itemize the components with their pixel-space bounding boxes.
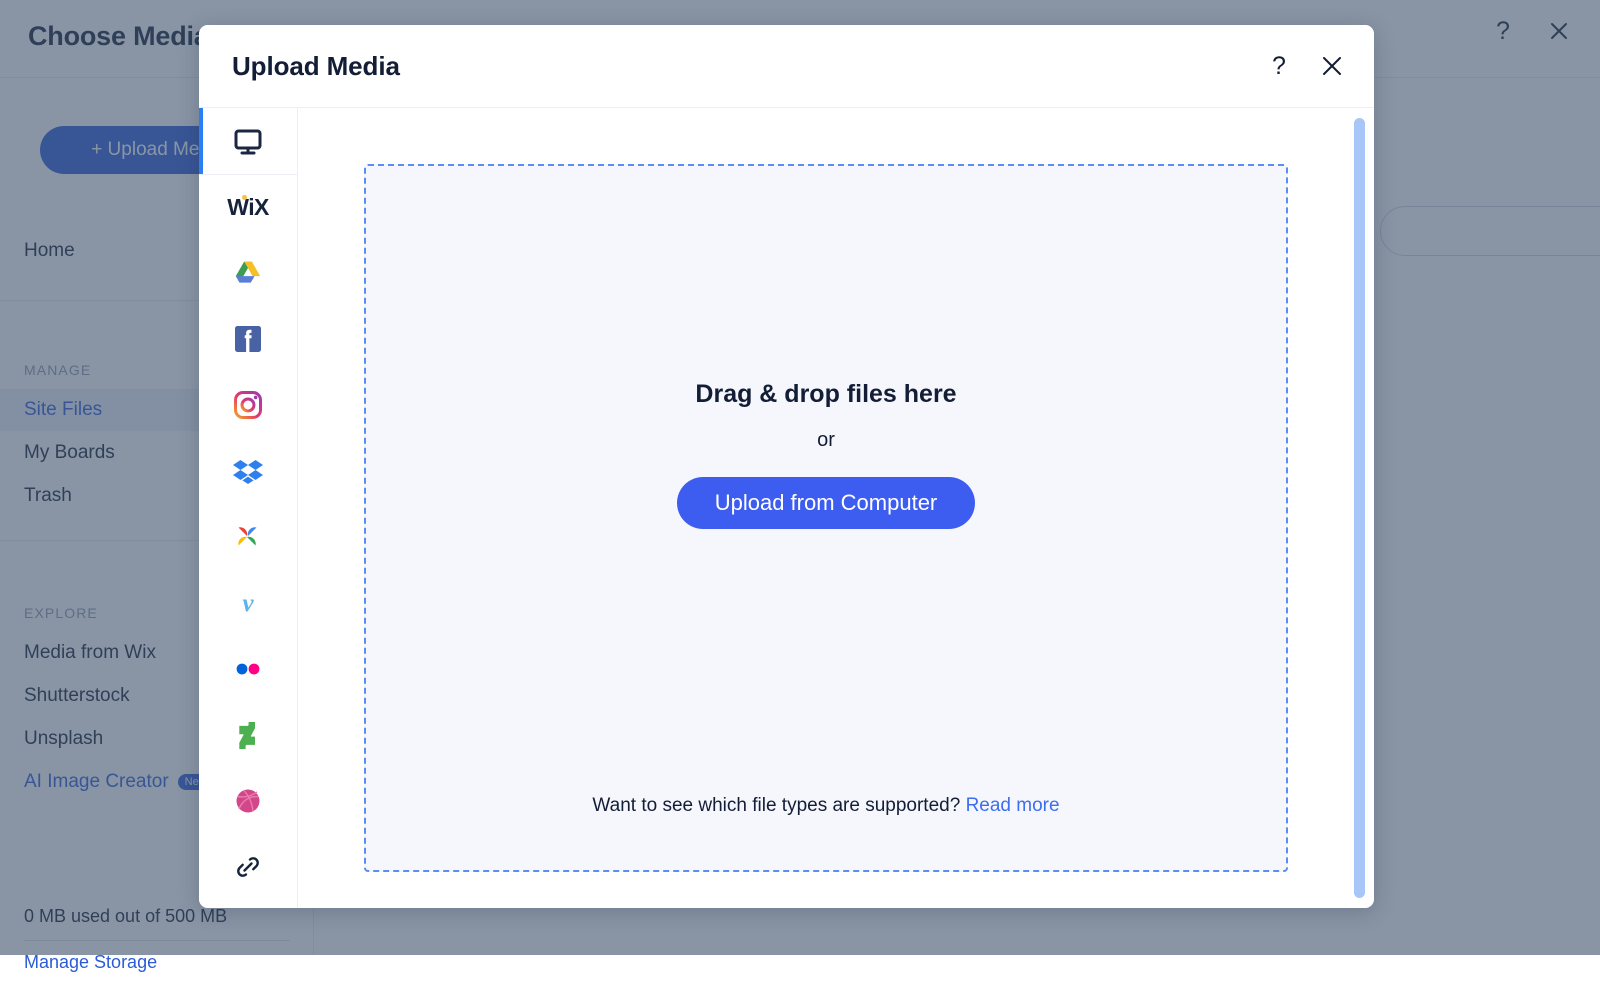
modal-header-actions: ? [1262, 49, 1349, 83]
dropzone-title: Drag & drop files here [695, 380, 956, 409]
facebook-icon [231, 322, 265, 356]
source-item-my-computer[interactable] [199, 108, 297, 174]
google-photos-icon [231, 520, 265, 554]
dribbble-icon [231, 784, 265, 818]
wix-wordmark-text: WiX [227, 194, 268, 220]
deviantart-icon [231, 718, 265, 752]
wix-logo-icon: WiX [227, 194, 268, 221]
source-item-dribbble[interactable] [199, 768, 297, 834]
source-item-flickr[interactable] [199, 636, 297, 702]
svg-text:v: v [242, 590, 254, 617]
source-item-deviantart[interactable] [199, 702, 297, 768]
source-item-facebook[interactable] [199, 306, 297, 372]
modal-title: Upload Media [232, 51, 400, 82]
read-more-link[interactable]: Read more [966, 795, 1060, 816]
modal-scrollbar[interactable] [1354, 118, 1365, 898]
flickr-icon [231, 652, 265, 686]
google-drive-icon [231, 256, 265, 290]
dropbox-icon [231, 454, 265, 488]
supported-types-text: Want to see which file types are support… [592, 795, 960, 816]
dropzone-content: Drag & drop files here or Upload from Co… [366, 380, 1286, 529]
source-item-dropbox[interactable] [199, 438, 297, 504]
upload-source-rail: WiX [199, 108, 298, 908]
file-dropzone[interactable]: Drag & drop files here or Upload from Co… [364, 164, 1288, 872]
instagram-icon [231, 388, 265, 422]
dropzone-or-label: or [817, 429, 835, 452]
source-item-vimeo[interactable]: v [199, 570, 297, 636]
dropzone-footer: Want to see which file types are support… [366, 795, 1286, 817]
source-item-instagram[interactable] [199, 372, 297, 438]
source-item-google-photos[interactable] [199, 504, 297, 570]
source-item-google-drive[interactable] [199, 240, 297, 306]
upload-panel: Drag & drop files here or Upload from Co… [298, 108, 1374, 908]
vimeo-icon: v [231, 586, 265, 620]
upload-media-modal: Upload Media ? WiX [199, 25, 1374, 908]
manage-storage-link[interactable]: Manage Storage [24, 952, 157, 973]
source-item-wix[interactable]: WiX [199, 174, 297, 240]
wix-logo-dot [242, 195, 247, 200]
link-url-icon [231, 850, 265, 884]
source-item-link[interactable] [199, 834, 297, 900]
computer-monitor-icon [231, 124, 265, 158]
modal-body: WiX [199, 108, 1374, 908]
close-icon[interactable] [1315, 49, 1349, 83]
upload-from-computer-button[interactable]: Upload from Computer [677, 477, 976, 529]
modal-header: Upload Media ? [199, 25, 1374, 108]
help-question-icon[interactable]: ? [1262, 49, 1296, 83]
